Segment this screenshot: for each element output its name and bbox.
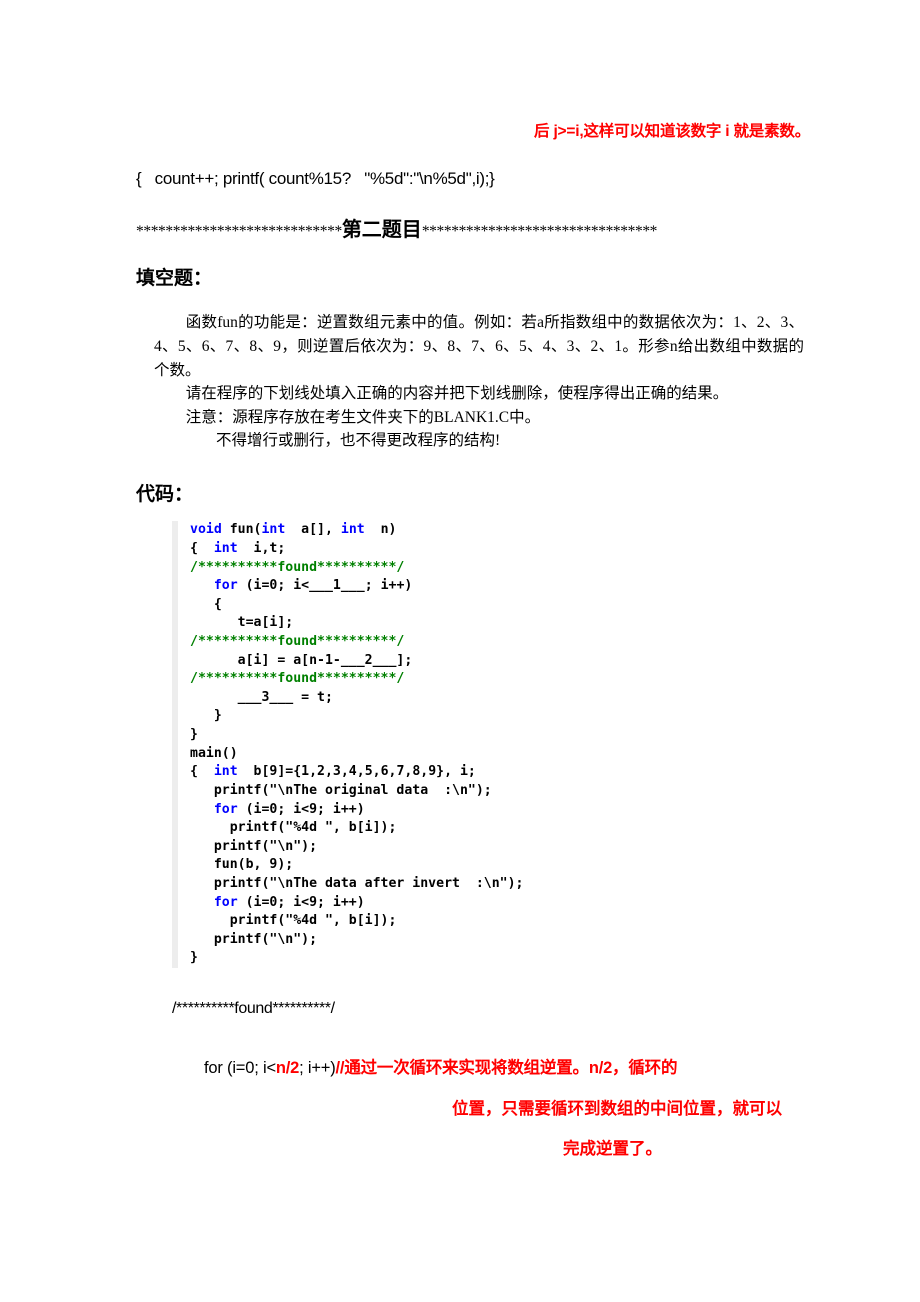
code-token: } xyxy=(190,708,222,724)
divider-stars-left: **************************** xyxy=(136,222,342,240)
code-token: (i=0; i<9; i++) xyxy=(237,894,365,910)
code-token: for xyxy=(213,578,238,594)
answer-code-prefix: for (i=0; i< xyxy=(204,1059,276,1078)
code-token: (i=0; i<___1___; i++) xyxy=(237,578,413,594)
code-token: for xyxy=(213,894,238,910)
code-token: main() xyxy=(190,745,238,761)
source-code-block: void fun(int a[], int n) { int i,t; /***… xyxy=(172,521,523,968)
code-token: { xyxy=(190,540,214,556)
answer-code-line: for (i=0; i<n/2; i++)//通过一次循环来实现将数组逆置。n/… xyxy=(172,1020,810,1088)
answer-comment-part-3: 完成逆置了。 xyxy=(563,1140,662,1159)
code-token: printf("\n"); xyxy=(190,838,318,854)
section-divider: ****************************第二题目********… xyxy=(136,191,810,243)
code-token: { xyxy=(190,596,222,612)
code-token: void xyxy=(190,522,222,538)
answer-comment-part-2: 位置，只需要循环到数组的中间位置，就可以 xyxy=(452,1099,782,1118)
code-block-wrapper: void fun(int a[], int n) { int i,t; /***… xyxy=(136,507,810,968)
description-note-1: 注意：源程序存放在考生文件夹下的BLANK1.C中。 xyxy=(185,408,541,426)
code-token: { xyxy=(190,764,214,780)
code-token: a[i] = a[n-1-___2___]; xyxy=(190,652,413,668)
code-token: a[], xyxy=(285,522,341,538)
answer-code-suffix: ; i++) xyxy=(299,1059,336,1078)
code-token: n) xyxy=(364,522,397,538)
answer-code-value: n/2 xyxy=(275,1059,300,1078)
code-token: fun( xyxy=(221,522,262,538)
answer-annotation-block: /**********found**********/ for (i=0; i<… xyxy=(136,968,810,1170)
code-token: int xyxy=(340,522,365,538)
code-token: ___3___ = t; xyxy=(190,689,333,705)
code-token: } xyxy=(190,727,198,743)
code-token: for xyxy=(213,801,238,817)
code-token: int xyxy=(213,540,238,556)
code-token: printf("\n"); xyxy=(190,931,318,947)
code-token: printf("\nThe original data :\n"); xyxy=(190,782,492,798)
code-token: printf("%4d ", b[i]); xyxy=(190,820,397,836)
fill-in-blank-heading: 填空题： xyxy=(136,267,213,289)
divider-stars-right: ******************************** xyxy=(421,222,658,240)
description-paragraph-2: 请在程序的下划线处填入正确的内容并把下划线删除，使程序得出正确的结果。 xyxy=(185,385,729,403)
code-token: fun(b, 9); xyxy=(190,857,294,873)
code-token: printf("%4d ", b[i]); xyxy=(190,913,397,929)
code-token: /**********found**********/ xyxy=(190,671,405,687)
code-token: (i=0; i<9; i++) xyxy=(237,801,365,817)
code-token: /**********found**********/ xyxy=(190,559,405,575)
code-heading: 代码： xyxy=(136,483,194,505)
description-note-2: 不得增行或删行，也不得更改程序的结构! xyxy=(216,432,501,450)
code-token: int xyxy=(213,764,238,780)
problem-description: 函数fun的功能是：逆置数组元素中的值。例如：若a所指数组中的数据依次为：1、2… xyxy=(136,291,810,452)
code-token: i,t; xyxy=(237,540,286,556)
leftover-code-line: { count++; printf( count%15? "%5d":"\n%5… xyxy=(136,168,495,188)
top-red-annotation: 后 j>=i,这样可以知道该数字 i 就是素数。 xyxy=(534,123,810,140)
description-paragraph-1: 函数fun的功能是：逆置数组元素中的值。例如：若a所指数组中的数据依次为：1、2… xyxy=(154,314,804,379)
code-token: printf("\nThe data after invert :\n"); xyxy=(190,875,524,891)
code-token: int xyxy=(261,522,286,538)
code-token: /**********found**********/ xyxy=(190,634,405,650)
document-page: 后 j>=i,这样可以知道该数字 i 就是素数。 { count++; prin… xyxy=(0,0,920,1302)
answer-comment-part-1: //通过一次循环来实现将数组逆置。n/2，循环的 xyxy=(335,1059,678,1078)
code-token: t=a[i]; xyxy=(190,615,294,631)
divider-title: 第二题目 xyxy=(341,218,422,241)
code-token: b[9]={1,2,3,4,5,6,7,8,9}, i; xyxy=(237,764,476,780)
answer-found-marker: /**********found**********/ xyxy=(172,1000,335,1017)
code-token: } xyxy=(190,950,198,966)
